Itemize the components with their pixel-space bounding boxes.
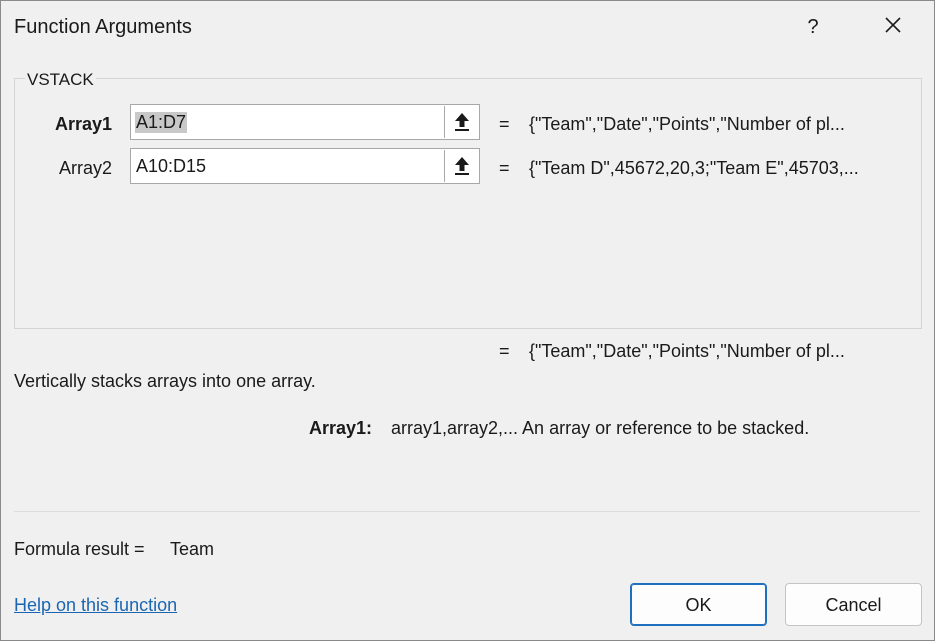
argument-help-text: array1,array2,... An array or reference … (391, 418, 810, 438)
formula-result-label: Formula result = (14, 539, 145, 559)
argument-help-name: Array1: (309, 418, 373, 438)
title-bar: Function Arguments ? (1, 1, 934, 55)
upload-arrow-icon (454, 157, 469, 175)
overall-equals: = (499, 341, 510, 361)
cancel-button[interactable]: Cancel (785, 583, 922, 626)
array2-equals: = (499, 158, 510, 178)
array2-label: Array2 (58, 158, 112, 178)
function-description: Vertically stacks arrays into one array. (14, 371, 316, 391)
array1-equals: = (499, 114, 510, 134)
close-x-glyph (885, 17, 901, 33)
overall-result-preview: {"Team","Date","Points","Number of pl... (529, 341, 845, 361)
close-icon[interactable] (875, 9, 911, 45)
formula-result-value: Team (170, 539, 215, 559)
upload-arrow-icon (454, 113, 469, 131)
array2-preview: {"Team D",45672,20,3;"Team E",45703,... (529, 158, 859, 178)
array1-preview: {"Team","Date","Points","Number of pl... (529, 114, 845, 134)
array2-value: A10:D15 (136, 156, 207, 176)
help-on-function-link[interactable]: Help on this function (14, 595, 177, 616)
function-name-label: VSTACK (25, 70, 96, 90)
array2-input[interactable]: A10:D15 (130, 148, 480, 184)
array1-input[interactable]: A1:D7 (130, 104, 480, 140)
help-question-icon[interactable]: ? (798, 9, 828, 45)
array1-collapse-button[interactable] (444, 106, 478, 138)
separator (14, 511, 920, 512)
array2-collapse-button[interactable] (444, 150, 478, 182)
array1-value: A1:D7 (135, 112, 188, 133)
ok-button[interactable]: OK (630, 583, 767, 626)
dialog-title: Function Arguments (14, 16, 192, 38)
function-arguments-dialog: Function Arguments ? VSTACK Array1 A1:D7… (0, 0, 935, 641)
array1-label: Array1 (54, 114, 112, 134)
